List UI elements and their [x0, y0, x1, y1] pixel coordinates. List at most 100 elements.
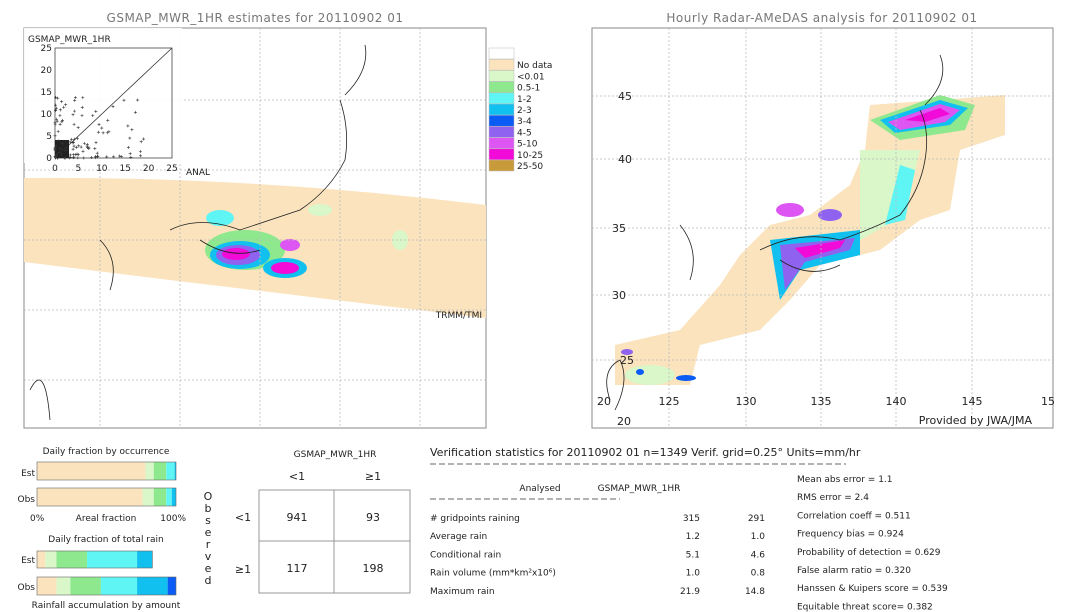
total-rain-obs-segment: [100, 577, 138, 595]
occurrence-obs-label: Obs: [18, 495, 36, 505]
left-map: TRMM/TMI GSMAP_MWR_1HR 00551010151520202…: [23, 27, 487, 429]
observed-label: Observed: [204, 490, 213, 587]
inset-x-tick: 5: [76, 164, 82, 174]
contingency-header: GSMAP_MWR_1HR: [294, 450, 377, 460]
color-legend: No data<0.01 0.5-11-22-33-44-5 5-1010-2525…: [488, 47, 552, 172]
col-analysed: Analysed: [519, 484, 560, 494]
inset-x-tick: 15: [119, 164, 130, 174]
inset-y-tick: 20: [41, 66, 53, 76]
lat-tick: 45: [618, 90, 632, 103]
verification-stats: Verification statistics for 20110902 01 …: [430, 446, 948, 612]
col-label-lt1: <1: [289, 470, 305, 483]
legend-swatch: [488, 159, 515, 172]
legend-swatch: [488, 70, 515, 82]
credit: Provided by JWA/JMA: [919, 414, 1033, 427]
left-map-title: GSMAP_MWR_1HR estimates for 20110902 01: [107, 11, 404, 25]
stat-label: Conditional rain: [430, 550, 501, 560]
total-rain-obs-segment: [137, 577, 168, 595]
legend-label: No data: [517, 61, 552, 71]
row-label-lt1: <1: [235, 511, 251, 524]
inset-x-tick: 10: [96, 164, 108, 174]
inset-x-tick: 0: [52, 164, 58, 174]
stat-gsmap: 14.8: [745, 587, 765, 597]
legend-swatch: [488, 92, 515, 105]
col-label-ge1: ≥1: [365, 470, 381, 483]
observed-letter: d: [205, 574, 212, 587]
total-rain-obs-segment: [167, 577, 176, 595]
legend-swatch: [488, 126, 515, 138]
occurrence-title: Daily fraction by occurrence: [43, 447, 170, 457]
stat-analysed: 1.0: [686, 569, 701, 579]
occurrence-est-segment: [145, 462, 154, 480]
total-rain-est-segment: [56, 551, 88, 568]
occurrence-axis-right: 100%: [160, 514, 186, 524]
cell-hit-none: 941: [287, 511, 308, 524]
occurrence-obs-segment: [171, 488, 176, 506]
cell-miss: 117: [287, 562, 308, 575]
legend-label: 2-3: [517, 106, 532, 116]
legend-label: <0.01: [517, 72, 545, 82]
score-line: Correlation coeff = 0.511: [797, 511, 911, 521]
occurrence-obs-segment: [37, 488, 143, 506]
row-label-ge1: ≥1: [235, 563, 251, 576]
inset-y-tick: 10: [41, 110, 53, 120]
legend-label: 5-10: [517, 140, 538, 150]
lat-tick: 30: [612, 289, 626, 302]
legend-swatch: [488, 103, 515, 116]
col-gsmap: GSMAP_MWR_1HR: [598, 484, 681, 494]
occurrence-est-label: Est: [21, 469, 35, 479]
legend-swatch: [488, 137, 515, 149]
lon-tick: 135: [811, 395, 832, 408]
lon-tick: 130: [736, 395, 757, 408]
legend-label: 10-25: [517, 151, 543, 161]
stats-title: Verification statistics for 20110902 01 …: [430, 446, 861, 459]
total-rain-obs-label: Obs: [18, 583, 36, 593]
total-rain-title: Daily fraction of total rain: [48, 535, 163, 545]
stat-label: Average rain: [430, 532, 487, 542]
inset-y-tick: 5: [46, 132, 52, 142]
lat-tick-lower: 20: [617, 415, 631, 428]
score-line: Mean abs error = 1.1: [797, 475, 893, 485]
lon-tick: 145: [962, 395, 983, 408]
stat-gsmap: 1.0: [751, 532, 766, 542]
total-rain-chart: Daily fraction of total rain Est Obs Rai…: [18, 535, 181, 611]
lat-tick: 20: [597, 395, 611, 408]
legend-label: 3-4: [517, 117, 532, 127]
lon-tick: 125: [659, 395, 680, 408]
score-line: Frequency bias = 0.924: [797, 530, 904, 540]
total-rain-obs-segment: [70, 577, 101, 595]
stat-label: Maximum rain: [430, 587, 495, 597]
score-line: Probability of detection = 0.629: [797, 548, 941, 558]
right-map: 125 130 135 140 145 15 45 40 35 30 25 20 20 Provided…: [591, 27, 1055, 429]
lon-tick: 140: [886, 395, 907, 408]
stat-analysed: 5.1: [686, 550, 700, 560]
occurrence-est-segment: [153, 462, 167, 480]
inset-x-label: ANAL: [186, 168, 210, 178]
total-rain-caption: Rainfall accumulation by amount: [32, 601, 181, 611]
legend-swatch: [488, 81, 515, 93]
occurrence-axis-left: 0%: [30, 514, 45, 524]
total-rain-est-segment: [45, 551, 57, 568]
lon-tick: 15: [1041, 395, 1055, 408]
total-rain-est-label: Est: [21, 556, 35, 566]
inset-y-tick: 15: [41, 88, 52, 98]
lat-tick: 35: [612, 222, 626, 235]
total-rain-est-segment: [87, 551, 138, 568]
occurrence-est-segment: [166, 462, 175, 480]
legend-label: 0.5-1: [517, 84, 540, 94]
score-line: False alarm ratio = 0.320: [797, 566, 911, 576]
lat-tick: 25: [620, 354, 634, 367]
occurrence-axis-label: Areal fraction: [76, 514, 137, 524]
inset-y-tick: 25: [41, 44, 52, 54]
lat-tick: 40: [618, 153, 632, 166]
score-line: Equitable threat score= 0.382: [797, 602, 933, 612]
score-line: RMS error = 2.4: [797, 493, 869, 503]
inset-x-tick: 20: [143, 164, 155, 174]
right-map-title: Hourly Radar-AMeDAS analysis for 2011090…: [666, 11, 977, 25]
cell-hit: 198: [363, 562, 384, 575]
stat-gsmap: 0.8: [751, 569, 766, 579]
total-rain-obs-segment: [56, 577, 71, 595]
occurrence-obs-segment: [142, 488, 154, 506]
legend-swatch: [488, 47, 515, 60]
score-line: Hanssen & Kuipers score = 0.539: [797, 584, 948, 594]
